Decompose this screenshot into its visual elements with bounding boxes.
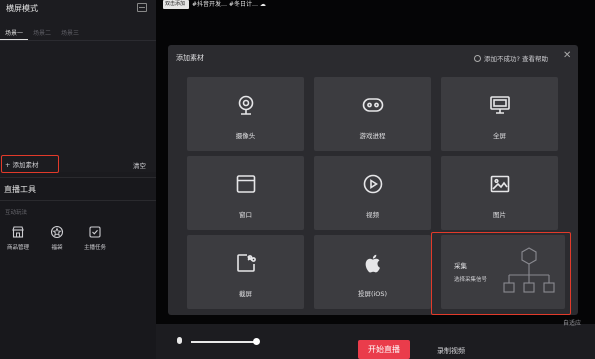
help-text: 添加不成功? 查看帮助 xyxy=(484,55,549,63)
preview-tag: 双击添加 xyxy=(163,0,189,9)
tile-window[interactable]: 窗口 xyxy=(187,156,304,230)
close-icon[interactable]: ✕ xyxy=(563,50,571,61)
screenshot-icon xyxy=(236,254,256,272)
task-icon xyxy=(89,226,101,238)
help-link[interactable]: 添加不成功? 查看帮助 xyxy=(474,53,548,63)
tile-label: 图片 xyxy=(493,211,506,219)
tile-label: 摄像头 xyxy=(235,132,256,140)
volume-slider-handle[interactable] xyxy=(253,338,260,345)
tile-game-process[interactable]: 游戏进程 xyxy=(314,77,431,151)
tile-label: 视频 xyxy=(366,211,379,219)
lucky-bag-icon xyxy=(50,225,64,239)
gamepad-icon xyxy=(362,98,383,112)
tile-label: 投屏(iOS) xyxy=(357,290,388,298)
monitor-icon xyxy=(489,96,510,114)
clear-button[interactable]: 清空 xyxy=(133,160,146,170)
tab-scene-2[interactable]: 场景二 xyxy=(28,24,56,40)
tab-scene-3[interactable]: 场景三 xyxy=(56,24,84,40)
interaction-subtitle: 互动玩法 xyxy=(5,210,28,216)
record-video-button[interactable]: 录制视频 xyxy=(437,346,465,356)
tile-camera[interactable]: 摄像头 xyxy=(187,77,304,151)
scene-tabs: 场景一 场景二 场景三 xyxy=(0,24,156,40)
tile-label: 窗口 xyxy=(239,211,252,219)
volume-slider[interactable] xyxy=(191,341,257,343)
tile-ios-cast[interactable]: 投屏(iOS) xyxy=(314,235,431,309)
image-icon xyxy=(490,175,509,193)
tool-host-tasks[interactable]: 主播任务 xyxy=(77,225,113,251)
tab-scene-1[interactable]: 场景一 xyxy=(0,24,29,40)
play-icon xyxy=(363,174,382,194)
camera-icon xyxy=(238,95,253,115)
tool-label: 商品管理 xyxy=(6,245,29,251)
tile-image[interactable]: 图片 xyxy=(441,156,558,230)
mode-title: 横屏模式 xyxy=(6,4,38,13)
divider xyxy=(0,40,156,41)
capture-highlight xyxy=(431,232,571,315)
dialog-title: 添加素材 xyxy=(176,54,204,62)
mic-icon[interactable] xyxy=(177,337,182,344)
auto-fit-label[interactable]: 自适应 xyxy=(563,318,581,327)
divider xyxy=(0,200,156,201)
start-live-button[interactable]: 开始直播 xyxy=(358,340,410,359)
tool-lucky-bag[interactable]: 福袋 xyxy=(39,225,75,251)
live-tools-title: 直播工具 xyxy=(4,185,36,194)
tool-label: 主播任务 xyxy=(83,245,106,251)
tile-screenshot[interactable]: 截屏 xyxy=(187,235,304,309)
tile-label: 全屏 xyxy=(493,132,506,140)
preview-title-text: #抖音开发… #冬日计… ☁ xyxy=(192,1,266,8)
layout-toggle-icon[interactable] xyxy=(137,3,147,12)
tile-video[interactable]: 视频 xyxy=(314,156,431,230)
window-icon xyxy=(236,175,255,193)
tool-label: 福袋 xyxy=(51,245,63,251)
apple-icon xyxy=(365,254,380,273)
add-source-button[interactable]: + 添加素材 xyxy=(5,159,39,169)
tile-label: 截屏 xyxy=(239,290,252,298)
tile-fullscreen[interactable]: 全屏 xyxy=(441,77,558,151)
tile-label: 游戏进程 xyxy=(359,132,386,140)
tool-product-management[interactable]: 商品管理 xyxy=(0,225,36,251)
help-icon xyxy=(474,55,481,62)
live-tools-panel: 直播工具 互动玩法 商品管理 福袋 主播任务 xyxy=(0,177,156,359)
shop-icon xyxy=(12,226,24,238)
